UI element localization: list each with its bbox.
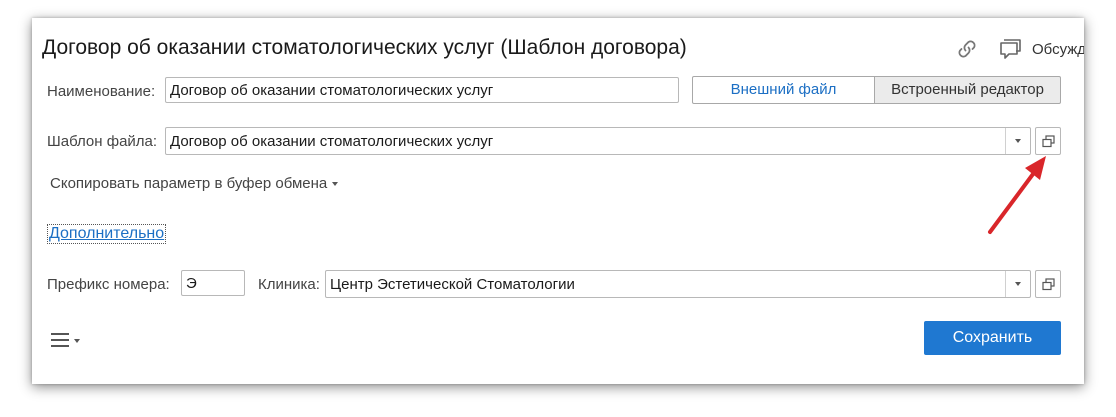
clinic-dropdown-button[interactable] — [1005, 271, 1030, 297]
clinic-value: Центр Эстетической Стоматологии — [330, 276, 575, 293]
clinic-open-button[interactable] — [1035, 270, 1061, 298]
open-in-new-window-icon — [1042, 278, 1055, 291]
template-open-button[interactable] — [1035, 127, 1061, 155]
template-combobox[interactable]: Договор об оказании стоматологических ус… — [165, 127, 1031, 155]
comment-icon[interactable] — [999, 38, 1023, 60]
hamburger-menu-icon[interactable] — [50, 332, 90, 348]
open-in-new-window-icon — [1042, 135, 1055, 148]
name-label: Наименование: — [47, 83, 156, 100]
copy-param-label: Скопировать параметр в буфер обмена — [50, 175, 328, 192]
template-dropdown-button[interactable] — [1005, 128, 1030, 154]
discuss-label[interactable]: Обсужд — [1032, 41, 1084, 58]
copy-param-menu[interactable]: Скопировать параметр в буфер обмена — [50, 175, 339, 192]
prefix-input[interactable] — [181, 270, 245, 296]
chevron-down-icon — [332, 182, 339, 187]
template-label: Шаблон файла: — [47, 133, 158, 150]
form-window: Договор об оказании стоматологических ус… — [32, 18, 1084, 384]
additional-link[interactable]: Дополнительно — [46, 224, 167, 244]
external-file-button[interactable]: Внешний файл — [692, 76, 875, 104]
template-value: Договор об оказании стоматологических ус… — [170, 133, 494, 150]
name-input[interactable] — [165, 77, 679, 103]
clinic-label: Клиника: — [258, 276, 320, 293]
save-button[interactable]: Сохранить — [924, 321, 1061, 355]
clinic-combobox[interactable]: Центр Эстетической Стоматологии — [325, 270, 1031, 298]
page-title: Договор об оказании стоматологических ус… — [42, 36, 687, 59]
prefix-label: Префикс номера: — [47, 276, 170, 293]
link-icon[interactable] — [956, 38, 978, 60]
builtin-editor-button[interactable]: Встроенный редактор — [874, 76, 1061, 104]
